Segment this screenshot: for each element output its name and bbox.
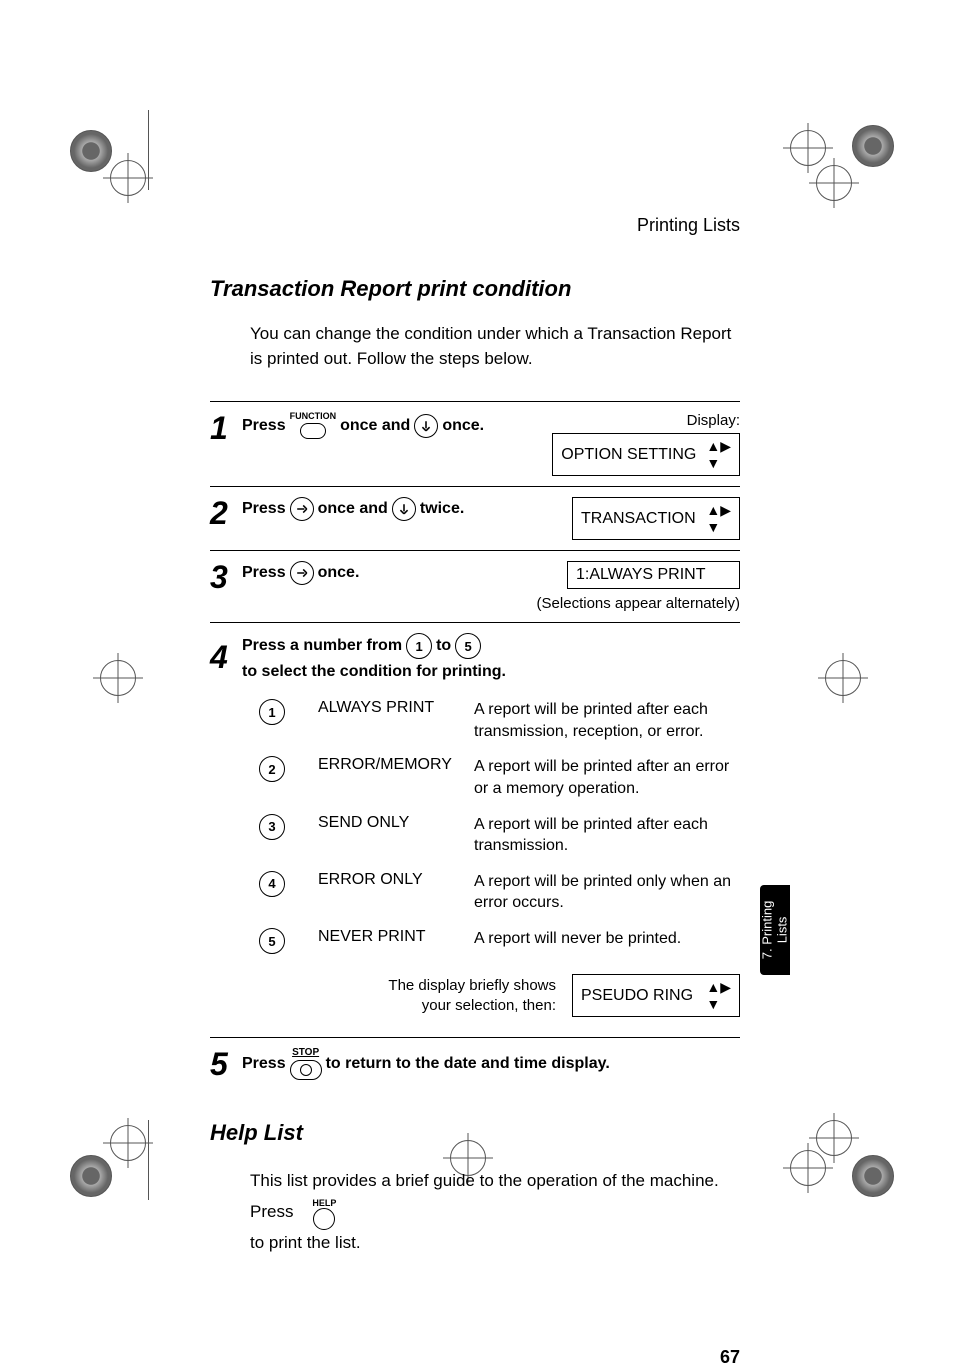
options-table: 1 ALWAYS PRINT A report will be printed … [210,699,740,1027]
step-5: 5 Press STOP to return to the date and t… [210,1038,740,1090]
option-desc: A report will never be printed. [474,928,740,950]
section-title-help: Help List [210,1120,740,1146]
display-label: Display: [552,412,740,429]
help-list-section: Help List This list provides a brief gui… [210,1120,740,1258]
lcd-display: 1:ALWAYS PRINT [567,561,740,589]
function-key-icon: FUNCTION [290,412,337,439]
updown-right-arrow-icon: ▲▶▼ [706,438,731,471]
step4-lead: Press a number from [242,637,402,655]
steps-list: 1 Press FUNCTION once and once. Display:… [210,401,740,1090]
lcd-text: TRANSACTION [581,510,696,528]
option-row: 1 ALWAYS PRINT A report will be printed … [242,699,740,742]
number-key-icon: 2 [259,756,285,782]
updown-right-arrow-icon: ▲▶▼ [706,502,731,535]
step3-press: Press [242,564,286,582]
number-key-5-icon: 5 [455,633,481,659]
lcd-text: 1:ALWAYS PRINT [576,566,706,584]
stop-key-icon: STOP [290,1048,322,1080]
number-key-1-icon: 1 [406,633,432,659]
help-body-2: to print the list. [250,1233,361,1252]
tab-line1: 7. Printing [759,901,774,960]
option-label: SEND ONLY [318,814,458,832]
step4-to: to [436,637,451,655]
step-1: 1 Press FUNCTION once and once. Display:… [210,402,740,487]
step3-end: once. [318,564,360,582]
number-key-icon: 3 [259,814,285,840]
step1-mid: once and [340,417,410,435]
running-header: Printing Lists [210,215,740,236]
after-txt1: The display briefly shows [388,977,556,994]
option-label: ERROR ONLY [318,871,458,889]
lcd-display: PSEUDO RING ▲▶▼ [572,974,740,1017]
option-desc: A report will be printed after each tran… [474,699,740,742]
step2-end: twice. [420,500,464,518]
step-number: 2 [210,497,242,529]
after-txt2: your selection, then: [422,997,556,1014]
option-row: 2 ERROR/MEMORY A report will be printed … [242,756,740,799]
lcd-text: OPTION SETTING [561,446,696,464]
step5-press: Press [242,1055,286,1073]
section-intro: You can change the condition under which… [250,322,740,371]
section-title-transaction: Transaction Report print condition [210,276,740,302]
page-number: 67 [720,1347,740,1368]
step1-end: once. [442,417,484,435]
step-number: 3 [210,561,242,593]
option-desc: A report will be printed after each tran… [474,814,740,857]
option-row: 3 SEND ONLY A report will be printed aft… [242,814,740,857]
side-tab: 7. PrintingLists [760,885,790,975]
option-row: 4 ERROR ONLY A report will be printed on… [242,871,740,914]
step2-mid: once and [318,500,388,518]
down-arrow-key-icon [414,414,438,438]
tab-line2: Lists [774,917,789,944]
number-key-icon: 5 [259,928,285,954]
lcd-display: TRANSACTION ▲▶▼ [572,497,740,540]
right-arrow-key-icon [290,561,314,585]
option-label: ERROR/MEMORY [318,756,458,774]
step-2: 2 Press once and twice. TRANSACTION ▲▶▼ [210,487,740,551]
step3-note: (Selections appear alternately) [537,595,740,612]
option-desc: A report will be printed after an error … [474,756,740,799]
help-key-icon: HELP [312,1199,336,1230]
step4-tail: to select the condition for printing. [242,663,506,681]
after-selection-note: The display briefly shows your selection… [242,974,740,1017]
lcd-display: OPTION SETTING ▲▶▼ [552,433,740,476]
step-number: 4 [210,641,242,673]
option-desc: A report will be printed only when an er… [474,871,740,914]
step-number: 1 [210,412,242,444]
number-key-icon: 1 [259,699,285,725]
step-3: 3 Press once. 1:ALWAYS PRINT (Selections… [210,551,740,623]
right-arrow-key-icon [290,497,314,521]
down-arrow-key-icon [392,497,416,521]
option-label: ALWAYS PRINT [318,699,458,717]
step-4: 4 Press a number from 1 to 5 to select t… [210,623,740,1038]
option-label: NEVER PRINT [318,928,458,946]
page-content: Printing Lists Transaction Report print … [210,215,740,1258]
step5-end: to return to the date and time display. [326,1055,610,1073]
number-key-icon: 4 [259,871,285,897]
step2-press: Press [242,500,286,518]
step-number: 5 [210,1048,242,1080]
option-row: 5 NEVER PRINT A report will never be pri… [242,928,740,954]
lcd-text: PSEUDO RING [581,987,693,1005]
step1-press: Press [242,417,286,435]
updown-right-arrow-icon: ▲▶▼ [706,979,731,1012]
